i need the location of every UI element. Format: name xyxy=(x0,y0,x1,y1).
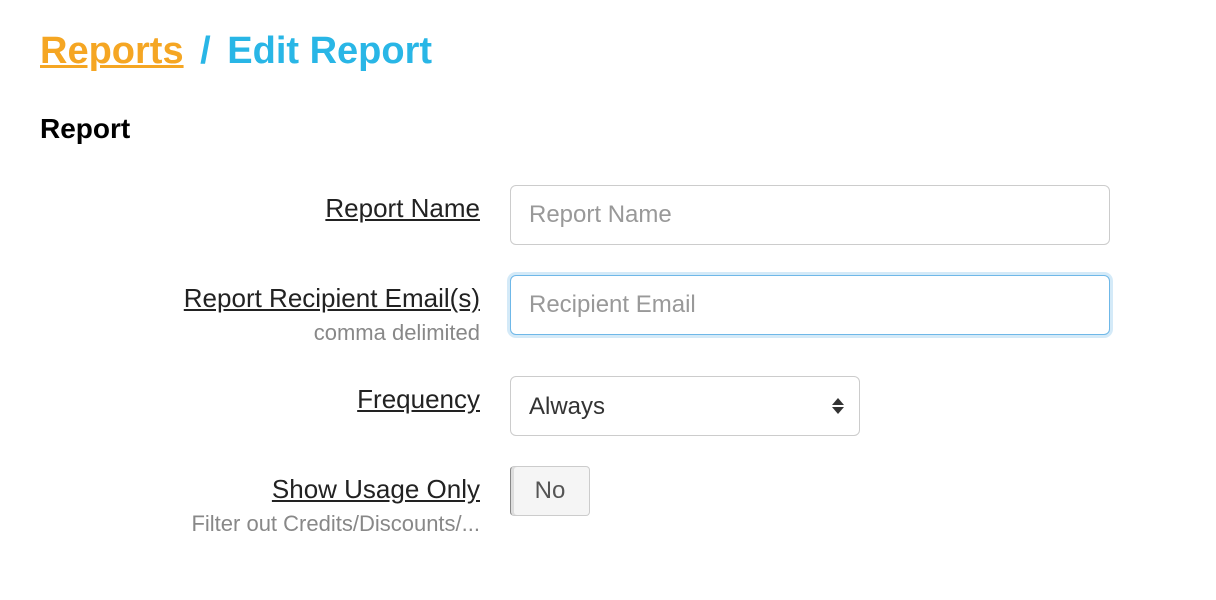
form-row-report-name: Report Name xyxy=(40,185,1176,245)
breadcrumb-current: Edit Report xyxy=(227,30,432,72)
section-title: Report xyxy=(40,113,1176,145)
frequency-select[interactable]: Always xyxy=(510,376,860,436)
show-usage-only-sublabel: Filter out Credits/Discounts/... xyxy=(40,511,480,537)
form-row-recipient-emails: Report Recipient Email(s) comma delimite… xyxy=(40,275,1176,346)
recipient-emails-sublabel: comma delimited xyxy=(40,320,480,346)
form-row-show-usage-only: Show Usage Only Filter out Credits/Disco… xyxy=(40,466,1176,537)
breadcrumb-reports-link[interactable]: Reports xyxy=(40,30,184,72)
recipient-emails-label: Report Recipient Email(s) xyxy=(184,283,480,314)
recipient-emails-input[interactable] xyxy=(510,275,1110,335)
report-name-input[interactable] xyxy=(510,185,1110,245)
form-row-frequency: Frequency Always xyxy=(40,376,1176,436)
frequency-label: Frequency xyxy=(357,384,480,415)
report-name-label: Report Name xyxy=(325,193,480,224)
show-usage-only-toggle[interactable]: No xyxy=(510,466,590,516)
show-usage-only-label: Show Usage Only xyxy=(272,474,480,505)
breadcrumb: Reports / Edit Report xyxy=(40,30,1176,73)
breadcrumb-separator: / xyxy=(200,30,211,72)
